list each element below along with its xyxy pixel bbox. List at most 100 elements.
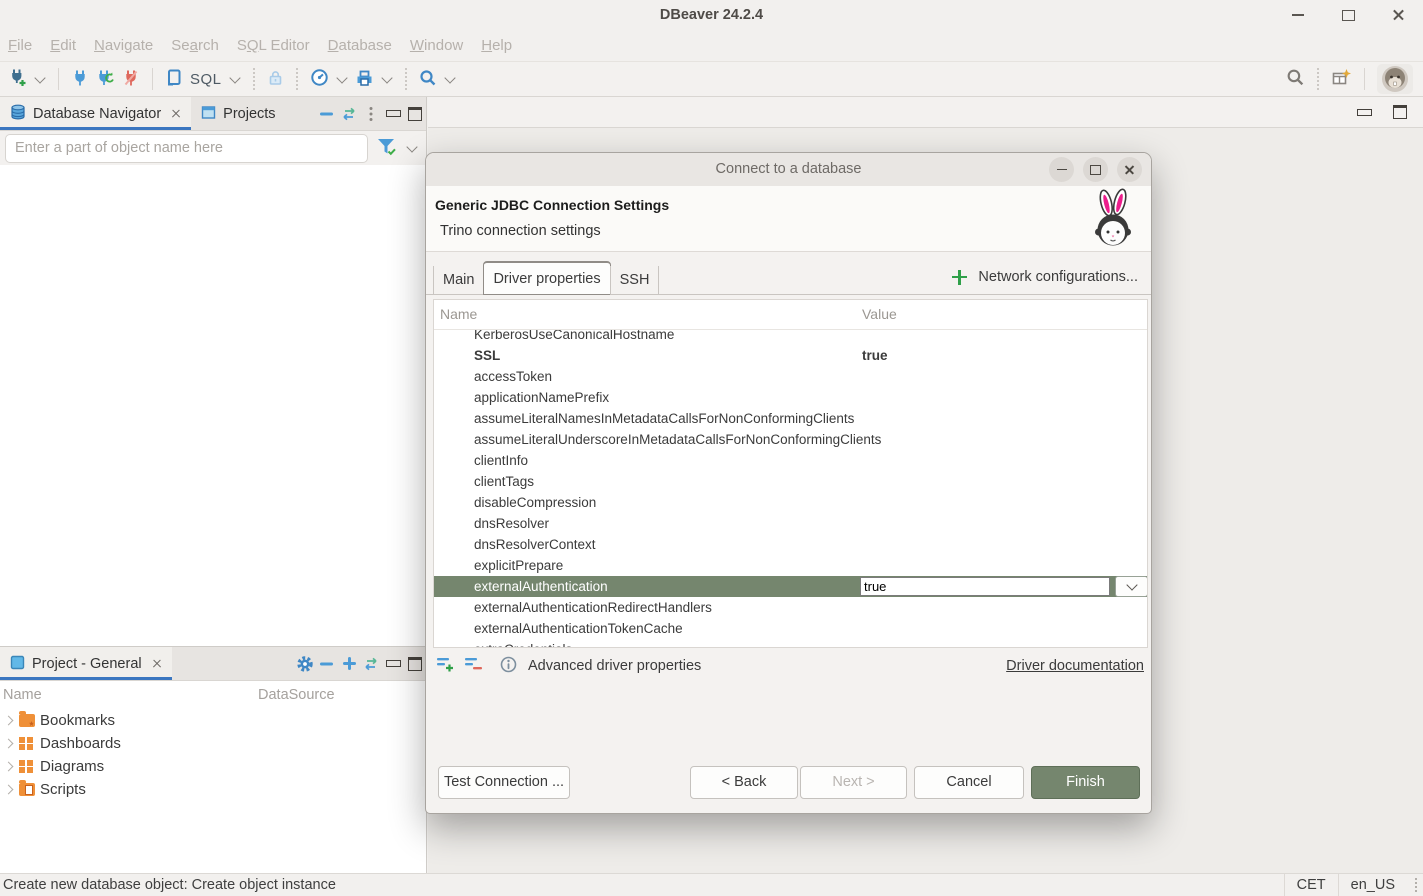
search-dropdown-icon[interactable] (444, 72, 455, 83)
disconnect-icon[interactable] (122, 69, 140, 90)
menu-item[interactable]: Window (410, 37, 463, 54)
dialog-titlebar[interactable]: Connect to a database (426, 153, 1151, 186)
panel-maximize-icon[interactable] (404, 103, 426, 125)
panel-minimize-icon[interactable] (382, 103, 404, 125)
expand-all-icon[interactable] (338, 653, 360, 675)
reconnect-icon[interactable] (96, 69, 115, 90)
tab-database-navigator[interactable]: Database Navigator (0, 97, 191, 130)
link-editor-icon[interactable] (360, 653, 382, 675)
property-row[interactable]: accessToken (434, 366, 1147, 387)
new-connection-icon[interactable] (8, 68, 27, 90)
data-transfer-icon[interactable] (355, 69, 374, 90)
tab-project-general[interactable]: Project - General (0, 647, 172, 680)
menu-item[interactable]: File (8, 37, 32, 54)
tree-item[interactable]: Scripts (0, 778, 426, 801)
menu-item[interactable]: Search (171, 37, 219, 54)
expand-chevron-icon[interactable] (4, 739, 14, 749)
sql-editor-icon[interactable] (165, 68, 183, 90)
new-window-wizard-icon[interactable] (1331, 68, 1352, 91)
sql-editor-label[interactable]: SQL (190, 71, 222, 88)
dialog-buttons: Test Connection ... < Back Next > Cancel… (426, 766, 1151, 800)
data-transfer-dropdown-icon[interactable] (381, 72, 392, 83)
toolbar-dotted-separator (296, 68, 298, 90)
tree-item[interactable]: Bookmarks (0, 709, 426, 732)
window-minimize-button[interactable] (1287, 4, 1309, 26)
test-connection-button[interactable]: Test Connection ... (438, 766, 570, 799)
property-row[interactable]: dnsResolverContext (434, 534, 1147, 555)
view-menu-icon[interactable] (360, 103, 382, 125)
dashboard-dropdown-icon[interactable] (336, 72, 347, 83)
search-icon[interactable] (419, 69, 437, 90)
tree-item[interactable]: Diagrams (0, 755, 426, 778)
collapse-all-icon[interactable] (316, 653, 338, 675)
remove-property-icon[interactable] (464, 656, 483, 676)
dialog-tab[interactable]: Main (433, 266, 483, 295)
tab-projects[interactable]: Projects (191, 97, 285, 130)
dialog-minimize-button[interactable] (1049, 157, 1074, 182)
property-row[interactable]: externalAuthenticationTokenCache (434, 618, 1147, 639)
property-row[interactable]: explicitPrepare (434, 555, 1147, 576)
property-row[interactable]: disableCompression (434, 492, 1147, 513)
timezone-indicator[interactable]: CET (1284, 874, 1338, 896)
new-connection-dropdown-icon[interactable] (34, 72, 45, 83)
window-close-button[interactable] (1387, 4, 1409, 26)
global-search-icon[interactable] (1286, 68, 1305, 90)
panel-minimize-icon[interactable] (1353, 101, 1375, 123)
add-property-icon[interactable] (436, 656, 455, 676)
filter-dropdown-icon[interactable] (406, 141, 417, 152)
navigator-tree[interactable] (0, 165, 426, 646)
window-maximize-button[interactable] (1337, 4, 1359, 26)
dialog-tab[interactable]: Driver properties (483, 261, 610, 295)
property-row[interactable]: KerberosUseCanonicalHostname (434, 330, 1147, 345)
gear-icon[interactable] (294, 653, 316, 675)
expand-chevron-icon[interactable] (4, 762, 14, 772)
dialog-tab[interactable]: SSH (610, 266, 660, 295)
cancel-button[interactable]: Cancel (914, 766, 1024, 799)
expand-chevron-icon[interactable] (4, 785, 14, 795)
property-row[interactable]: assumeLiteralUnderscoreInMetadataCallsFo… (434, 429, 1147, 450)
table-body: KerberosUseCanonicalHostname SSL true (434, 330, 1147, 647)
property-row[interactable]: assumeLiteralNamesInMetadataCallsForNonC… (434, 408, 1147, 429)
project-icon (10, 655, 25, 673)
filter-icon[interactable] (376, 137, 398, 160)
panel-minimize-icon[interactable] (382, 653, 404, 675)
panel-maximize-icon[interactable] (1389, 101, 1411, 123)
table-header[interactable]: Name Value (434, 300, 1147, 330)
locale-indicator[interactable]: en_US (1338, 874, 1407, 896)
property-row[interactable]: externalAuthentication true (434, 576, 1147, 597)
link-editor-icon[interactable] (338, 103, 360, 125)
menu-item[interactable]: Help (481, 37, 512, 54)
driver-documentation-link[interactable]: Driver documentation (1006, 658, 1144, 674)
dialog-close-button[interactable] (1117, 157, 1142, 182)
object-filter-input[interactable] (5, 134, 368, 163)
back-button[interactable]: < Back (690, 766, 798, 799)
property-row[interactable]: clientInfo (434, 450, 1147, 471)
close-tab-icon[interactable] (152, 659, 162, 669)
finish-button[interactable]: Finish (1031, 766, 1140, 799)
property-row[interactable]: extraCredentials (434, 639, 1147, 647)
menu-item[interactable]: SQL Editor (237, 37, 310, 54)
menu-item[interactable]: Navigate (94, 37, 153, 54)
sql-editor-dropdown-icon[interactable] (229, 72, 240, 83)
dialog-maximize-button[interactable] (1083, 157, 1108, 182)
close-tab-icon[interactable] (171, 109, 181, 119)
property-row[interactable]: externalAuthenticationRedirectHandlers (434, 597, 1147, 618)
collapse-all-icon[interactable] (316, 103, 338, 125)
expand-chevron-icon[interactable] (4, 716, 14, 726)
panel-maximize-icon[interactable] (404, 653, 426, 675)
property-value-input[interactable] (860, 577, 1110, 596)
property-row[interactable]: dnsResolver (434, 513, 1147, 534)
value-dropdown-button[interactable] (1115, 576, 1147, 597)
connect-icon[interactable] (71, 69, 89, 90)
user-avatar[interactable] (1377, 64, 1413, 94)
property-row[interactable]: clientTags (434, 471, 1147, 492)
dashboard-icon[interactable] (310, 68, 329, 90)
menu-item[interactable]: Database (328, 37, 392, 54)
connect-database-dialog: Connect to a database Generic JDBC Conne… (425, 152, 1152, 814)
property-row[interactable]: SSL true (434, 345, 1147, 366)
property-row[interactable]: applicationNamePrefix (434, 387, 1147, 408)
menu-item[interactable]: Edit (50, 37, 76, 54)
network-configurations-button[interactable]: Network configurations... (952, 269, 1138, 285)
tree-item[interactable]: Dashboards (0, 732, 426, 755)
maximize-icon (1090, 165, 1101, 175)
